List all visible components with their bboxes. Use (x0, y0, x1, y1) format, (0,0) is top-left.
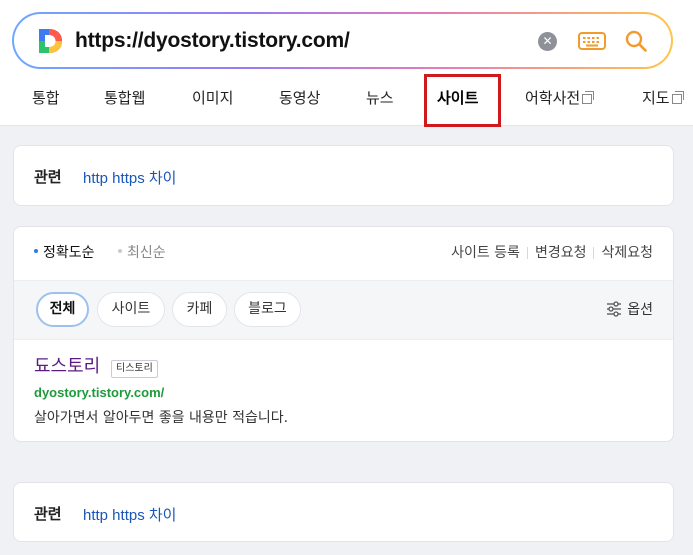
divider (593, 247, 595, 259)
related-searches-bottom: 관련 http https 차이 (13, 482, 674, 542)
related-label: 관련 (34, 168, 62, 186)
selected-dot-icon (34, 249, 38, 253)
filter-all-button[interactable]: 전체 (36, 292, 89, 327)
divider (526, 247, 528, 259)
tab-news[interactable]: 뉴스 (366, 88, 394, 108)
options-button[interactable]: 옵션 (606, 301, 653, 319)
site-actions: 사이트 등록 변경요청 삭제요청 (451, 244, 653, 262)
filter-bar: 전체 사이트 카페 블로그 옵션 (14, 280, 673, 340)
register-site-link[interactable]: 사이트 등록 (451, 245, 520, 261)
sort-accuracy[interactable]: 정확도순 (34, 244, 95, 262)
search-box-inner: https://dyostory.tistory.com/ ✕ (14, 14, 671, 67)
source-badge: 티스토리 (111, 360, 158, 378)
result-title-link[interactable]: 됴스토리 (34, 356, 100, 378)
result-description: 살아가면서 알아두면 좋을 내용만 적습니다. (34, 410, 289, 426)
tab-maps[interactable]: 지도 (642, 88, 684, 108)
result-url-link[interactable]: dyostory.tistory.com/ (34, 385, 164, 400)
clear-search-button[interactable]: ✕ (538, 32, 557, 51)
keyboard-icon[interactable] (578, 31, 606, 51)
sliders-icon (607, 301, 622, 317)
related-search-link[interactable]: http https 차이 (83, 167, 176, 188)
sort-latest[interactable]: 최신순 (118, 244, 166, 262)
external-link-icon (671, 91, 684, 104)
delete-request-link[interactable]: 삭제요청 (601, 245, 653, 261)
tab-dictionary[interactable]: 어학사전 (525, 88, 595, 108)
filter-blog-button[interactable]: 블로그 (234, 292, 301, 327)
tab-integrated[interactable]: 통합 (32, 88, 60, 108)
tab-images[interactable]: 이미지 (192, 88, 233, 108)
top-bar: https://dyostory.tistory.com/ ✕ 통합 통합웹 이… (0, 0, 693, 127)
site-results-card: 정확도순 최신순 사이트 등록 변경요청 삭제요청 전체 사이트 카페 블로그 옵션… (13, 226, 674, 442)
search-icon[interactable] (624, 29, 648, 53)
close-icon: ✕ (542, 34, 553, 48)
daum-logo-icon[interactable] (36, 27, 64, 55)
external-link-icon (582, 91, 595, 104)
search-tabs: 통합 통합웹 이미지 동영상 뉴스 사이트 어학사전 지도 (0, 74, 693, 127)
filter-cafe-button[interactable]: 카페 (172, 292, 227, 327)
tab-videos[interactable]: 동영상 (279, 88, 320, 108)
unselected-dot-icon (118, 249, 122, 253)
related-search-link[interactable]: http https 차이 (83, 504, 176, 525)
related-label: 관련 (34, 505, 62, 523)
search-box: https://dyostory.tistory.com/ ✕ (12, 12, 673, 69)
tab-integrated-web[interactable]: 통합웹 (104, 88, 145, 108)
change-request-link[interactable]: 변경요청 (535, 245, 587, 261)
search-input[interactable]: https://dyostory.tistory.com/ (75, 26, 350, 56)
filter-site-button[interactable]: 사이트 (97, 292, 165, 327)
tab-sites[interactable]: 사이트 (437, 88, 478, 108)
related-searches-top: 관련 http https 차이 (13, 145, 674, 206)
